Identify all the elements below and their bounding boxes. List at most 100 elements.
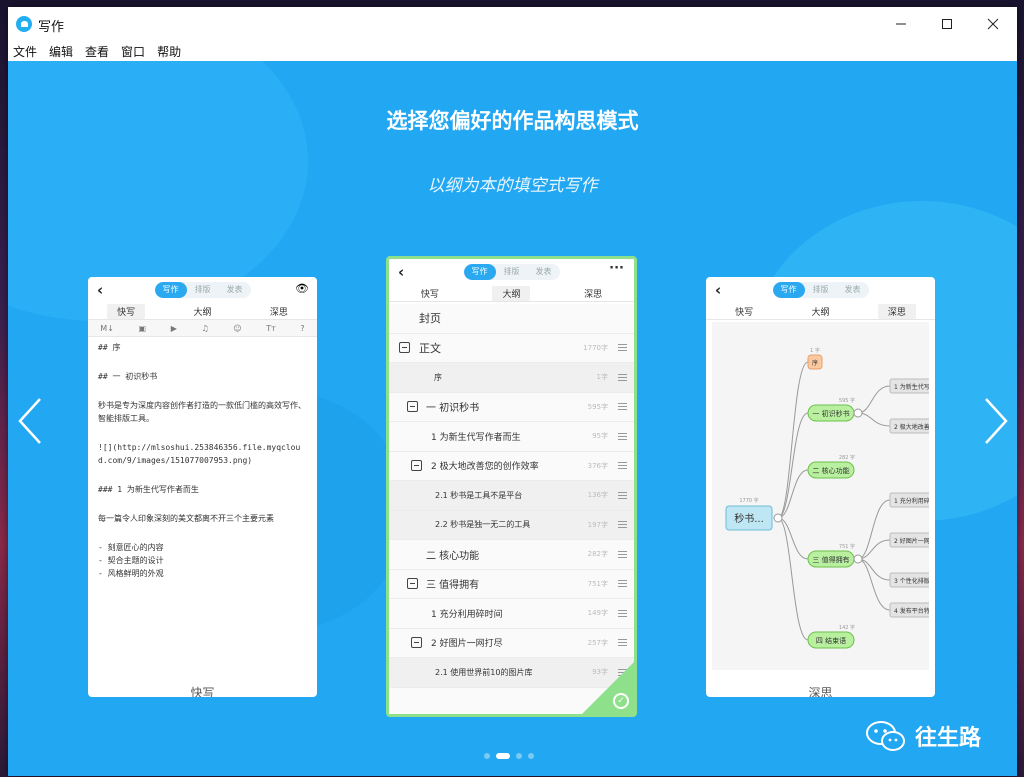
- card-tabs: 快写 大纲 深思: [389, 285, 634, 302]
- drag-handle-icon: [618, 491, 627, 499]
- collapse-icon: [411, 637, 422, 649]
- mode-segment: 写作 排版 发表: [772, 282, 869, 298]
- back-icon: ‹: [97, 281, 104, 299]
- svg-text:1770 字: 1770 字: [739, 497, 758, 504]
- svg-text:三 值得拥有: 三 值得拥有: [812, 555, 849, 564]
- image-icon: ▣: [138, 323, 147, 333]
- pager-dot[interactable]: [516, 753, 522, 759]
- menu-bar: 文件 编辑 查看 窗口 帮助: [8, 41, 1017, 61]
- card-tabs: 快写 大纲 深思: [88, 303, 317, 320]
- svg-text:1 字: 1 字: [810, 347, 820, 354]
- menu-edit[interactable]: 编辑: [49, 42, 73, 61]
- doc-line: ### 1 为新生代写作者而生: [98, 485, 199, 494]
- outline-row: 封页: [389, 304, 634, 334]
- outline-row: 正文 1770字: [389, 334, 634, 363]
- check-icon: ✓: [613, 693, 629, 709]
- segment-layout: 排版: [503, 267, 520, 276]
- segment-publish: 发表: [535, 267, 552, 276]
- tab-deep: 深思: [877, 303, 916, 319]
- pager-dot-active[interactable]: [496, 753, 510, 759]
- segment-layout: 排版: [194, 285, 211, 294]
- quick-write-mode-card[interactable]: ‹ 写作 排版 发表 👁 快写 大纲 深思 M↓ ▣ ▶ ♫ ☺ Tт ? ##…: [88, 277, 317, 697]
- svg-text:2 极大地改善: 2 极大地改善: [894, 423, 929, 431]
- outline-row: 2.2 秒书是独一无二的工具 197字: [389, 510, 634, 540]
- onboarding-panel: 选择您偏好的作品构思模式 以纲为本的填空式写作 ‹ 写作 排版 发表 👁 快写 …: [8, 61, 1017, 776]
- svg-text:595 字: 595 字: [839, 397, 855, 404]
- svg-text:282 字: 282 字: [839, 454, 855, 461]
- svg-text:1 为新生代写: 1 为新生代写: [894, 383, 929, 391]
- mind-map-canvas: 秒书... 1770 字 序 1 字 一 初识秒书 595 字 二 核心功能 2…: [725, 347, 935, 649]
- back-icon: ‹: [715, 281, 722, 299]
- outline-row: 二 核心功能 282字: [389, 540, 634, 570]
- mode-segment: 写作 排版 发表: [463, 264, 560, 280]
- music-icon: ♫: [201, 323, 209, 333]
- drag-handle-icon: [618, 639, 627, 647]
- markdown-icon: M↓: [100, 323, 114, 333]
- mode-segment: 写作 排版 发表: [154, 282, 251, 298]
- svg-text:4 发布平台特: 4 发布平台特: [894, 607, 929, 615]
- svg-text:751 字: 751 字: [839, 543, 855, 550]
- chevron-right-icon: [985, 398, 1008, 444]
- minimize-icon: [896, 23, 906, 25]
- tab-quick: 快写: [107, 303, 146, 319]
- tab-outline: 大纲: [492, 285, 531, 301]
- svg-text:3 个性化排版: 3 个性化排版: [894, 577, 929, 585]
- card-caption: 快写: [190, 686, 215, 697]
- segment-write: 写作: [154, 282, 187, 298]
- drag-handle-icon: [618, 432, 627, 440]
- card-tabs: 快写 大纲 深思: [706, 303, 935, 320]
- tab-deep: 深思: [269, 307, 288, 318]
- svg-text:1 充分利用碎: 1 充分利用碎: [894, 497, 929, 505]
- segment-write: 写作: [463, 264, 496, 280]
- tab-deep: 深思: [584, 289, 603, 300]
- doc-line: 秒书是专为深度内容创作者打造的一款低门槛的高效写作、智能排版工具。: [98, 401, 306, 423]
- svg-text:二 核心功能: 二 核心功能: [812, 466, 849, 475]
- segment-layout: 排版: [812, 285, 829, 294]
- minimize-button[interactable]: [878, 7, 924, 41]
- menu-view[interactable]: 查看: [85, 42, 109, 61]
- font-size-icon: Tт: [266, 323, 276, 333]
- carousel-pager: [484, 753, 534, 759]
- svg-text:一 初识秒书: 一 初识秒书: [812, 409, 849, 418]
- drag-handle-icon: [618, 609, 627, 617]
- card-header: ‹ 写作 排版 发表: [706, 277, 935, 303]
- menu-window[interactable]: 窗口: [121, 42, 145, 61]
- markdown-toolbar: M↓ ▣ ▶ ♫ ☺ Tт ?: [88, 320, 317, 337]
- drag-handle-icon: [618, 344, 627, 352]
- back-icon: ‹: [398, 263, 405, 281]
- outline-mode-card[interactable]: ‹ 写作 排版 发表 ··· 快写 大纲 深思 封页 正文 1770字 序 1字 一…: [386, 256, 637, 717]
- drag-handle-icon: [618, 521, 627, 529]
- emoji-icon: ☺: [233, 323, 242, 333]
- svg-text:142 字: 142 字: [839, 624, 855, 631]
- close-button[interactable]: [970, 7, 1016, 41]
- next-arrow-button[interactable]: [974, 391, 1014, 451]
- menu-help[interactable]: 帮助: [157, 42, 181, 61]
- drag-handle-icon: [618, 462, 627, 470]
- segment-publish: 发表: [844, 285, 861, 294]
- card-header: ‹ 写作 排版 发表 ···: [389, 259, 634, 285]
- deep-think-mode-card[interactable]: ‹ 写作 排版 发表 快写 大纲 深思 秒书... 1770 字 序 1 字 一…: [706, 277, 935, 697]
- app-window: 写作 文件 编辑 查看 窗口 帮助 选择您偏好的作品构思模式 以纲为本的填空式写…: [8, 7, 1017, 776]
- drag-handle-icon: [618, 550, 627, 558]
- more-icon: ···: [609, 261, 624, 276]
- card-caption: 深思: [808, 686, 833, 697]
- outline-row: 一 初识秒书 595字: [389, 393, 634, 422]
- prev-arrow-button[interactable]: [12, 391, 52, 451]
- card-header: ‹ 写作 排版 发表 👁: [88, 277, 317, 303]
- pager-dot[interactable]: [528, 753, 534, 759]
- maximize-button[interactable]: [924, 7, 970, 41]
- pager-dot[interactable]: [484, 753, 490, 759]
- outline-row: 2 极大地改善您的创作效率 376字: [389, 452, 634, 481]
- watermark-text: 往生路: [915, 726, 982, 751]
- svg-text:序: 序: [812, 359, 818, 367]
- close-icon: [987, 18, 999, 30]
- tab-quick: 快写: [735, 307, 754, 318]
- tab-quick: 快写: [420, 289, 439, 300]
- help-icon: ?: [300, 323, 305, 333]
- maximize-icon: [942, 19, 952, 29]
- menu-file[interactable]: 文件: [13, 42, 37, 61]
- mind-map: 秒书... 1770 字 序 1 字 一 初识秒书 595 字 二 核心功能 2…: [712, 322, 935, 670]
- outline-row: 1 为新生代写作者而生 95字: [389, 422, 634, 452]
- tab-outline: 大纲: [811, 307, 830, 318]
- doc-line: ![](http://mlsoshui.253846356.file.myqcl…: [98, 443, 301, 465]
